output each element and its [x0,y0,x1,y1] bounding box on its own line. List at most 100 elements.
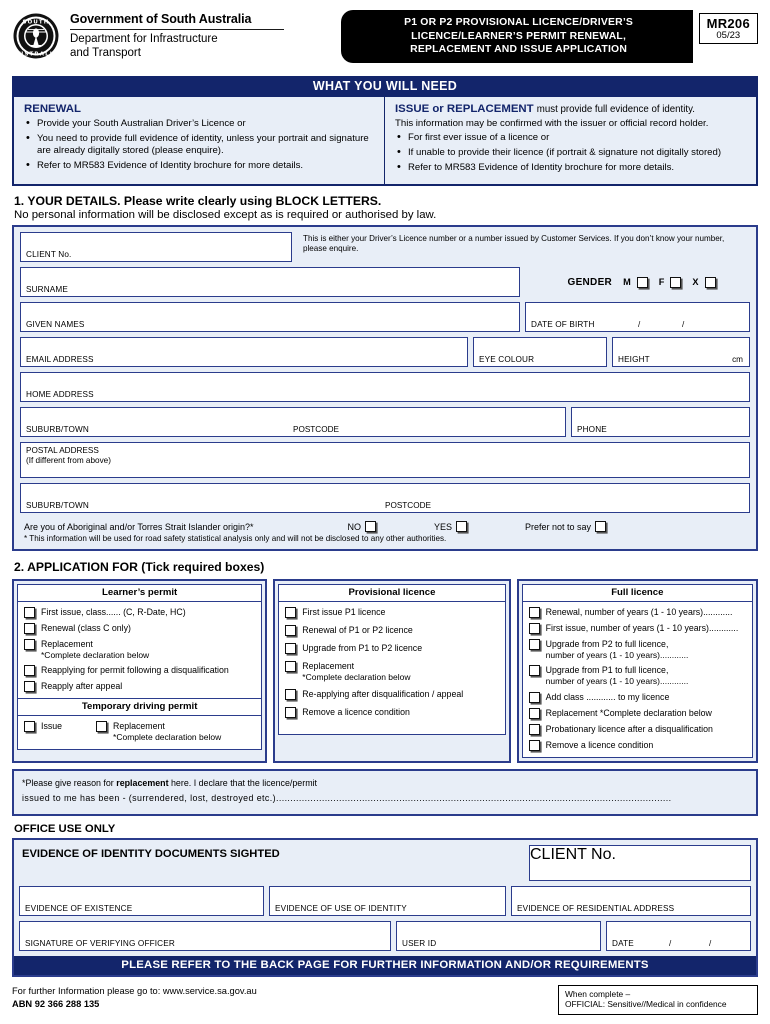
checkbox-row[interactable]: Upgrade from P2 to full licence, number … [528,639,747,660]
user-id-field[interactable]: USER ID [396,920,601,951]
checkbox-row[interactable]: Renewal of P1 or P2 licence [285,625,499,637]
suburb-town-field[interactable]: SUBURB/TOWN POSTCODE [20,407,566,438]
checkbox-row[interactable]: Replacement *Complete declaration below [528,707,747,719]
gender-label: GENDER [567,276,613,288]
declaration-line-1-a: *Please give reason for [22,777,117,788]
prov-replacement-checkbox[interactable] [285,661,297,673]
atsi-yes-option[interactable]: YES [434,521,467,533]
postal-suburb-row: SUBURB/TOWN POSTCODE [20,483,750,514]
svg-text:AUSTRALIA: AUSTRALIA [14,52,59,58]
atsi-no-option[interactable]: NO [347,521,376,533]
client-no-row: CLIENT No. This is either your Driver’s … [20,232,750,263]
full-remove-condition-checkbox[interactable] [528,739,540,751]
checkbox-row[interactable]: Add class ............ to my licence [528,691,747,703]
checkbox-row[interactable]: Reapplying for permit following a disqua… [24,665,256,677]
full-upgrade-p2-text: Upgrade from P2 to full licence, [545,639,669,650]
evidence-of-existence-field[interactable]: EVIDENCE OF EXISTENCE [19,885,264,916]
checkbox-row[interactable]: Replacement *Complete declaration below [24,639,256,660]
form-title-banner: P1 OR P2 PROVISIONAL LICENCE/DRIVER’S LI… [340,10,693,63]
atsi-no-checkbox[interactable] [364,521,376,533]
declaration-line-1-b: replacement [116,777,169,788]
full-renewal-checkbox[interactable] [528,607,540,619]
client-no-field[interactable]: CLIENT No. [20,232,292,263]
learner-renewal-label: Renewal (class C only) [41,623,131,634]
prov-remove-condition-checkbox[interactable] [285,707,297,719]
svg-text:SOUTH: SOUTH [22,20,49,26]
checkbox-row[interactable]: Renewal, number of years (1 - 10 years).… [528,607,747,619]
checkbox-row[interactable]: Issue [24,721,62,742]
home-address-field[interactable]: HOME ADDRESS [20,372,750,403]
prov-reapplying-label: Re-applying after disqualification / app… [302,689,464,700]
form-title-line-2: LICENCE/LEARNER’S PERMIT RENEWAL, [411,30,627,42]
checkbox-row[interactable]: Upgrade from P1 to P2 licence [285,643,499,655]
temp-replacement-checkbox[interactable] [96,721,108,733]
postal-suburb-town-field[interactable]: SUBURB/TOWN POSTCODE [20,483,750,514]
gender-x-checkbox[interactable] [704,276,716,288]
list-item: You need to provide full evidence of ide… [24,132,376,158]
checkbox-row[interactable]: Renewal (class C only) [24,623,256,635]
phone-field[interactable]: PHONE [571,407,750,438]
learner-reapplying-disqualification-checkbox[interactable] [24,665,35,677]
full-upgrade-p2-checkbox[interactable] [528,639,540,651]
checkbox-row[interactable]: Remove a licence condition [528,739,747,751]
temp-issue-checkbox[interactable] [24,721,35,733]
atsi-prefer-not-option[interactable]: Prefer not to say [525,521,607,533]
checkbox-row[interactable]: Re-applying after disqualification / app… [285,689,499,701]
checkbox-row[interactable]: First issue, class...... (C, R-Date, HC) [24,607,256,619]
checkbox-row[interactable]: First issue, number of years (1 - 10 yea… [528,623,747,635]
footer-website-line[interactable]: For further Information please go to: ww… [12,985,257,998]
height-field[interactable]: HEIGHT cm [612,337,750,368]
full-renewal-label: Renewal, number of years (1 - 10 years).… [545,607,733,618]
given-names-field[interactable]: GIVEN NAMES [20,302,520,333]
section-1-title: 1. YOUR DETAILS. Please write clearly us… [14,194,382,209]
form-code-box: MR206 05/23 [698,13,758,44]
date-of-birth-field[interactable]: DATE OF BIRTH / / [525,302,750,333]
email-address-field[interactable]: EMAIL ADDRESS [20,337,468,368]
prov-upgrade-p1-p2-checkbox[interactable] [285,643,297,655]
checkbox-row[interactable]: Probationary licence after a disqualific… [528,723,747,735]
prov-first-issue-p1-checkbox[interactable] [285,607,297,619]
checkbox-row[interactable]: Reapply after appeal [24,681,256,693]
full-replacement-checkbox[interactable] [528,707,540,719]
temp-replacement-sub: *Complete declaration below [113,731,222,742]
government-title: Government of South Australia [70,12,252,26]
full-licence-heading: Full licence [521,584,753,603]
full-first-issue-checkbox[interactable] [528,623,540,635]
evidence-of-residential-address-field[interactable]: EVIDENCE OF RESIDENTIAL ADDRESS [511,885,751,916]
checkbox-row[interactable]: Remove a licence condition [285,707,499,719]
full-probationary-checkbox[interactable] [528,723,540,735]
checkbox-row[interactable]: First issue P1 licence [285,607,499,619]
atsi-prefer-not-checkbox[interactable] [595,521,607,533]
evidence-of-use-identity-field[interactable]: EVIDENCE OF USE OF IDENTITY [269,885,506,916]
issue-replacement-heading: ISSUE or REPLACEMENT must provide full e… [395,103,748,115]
atsi-yes-checkbox[interactable] [455,521,467,533]
gender-m-checkbox[interactable] [636,276,648,288]
signature-of-verifying-officer-field[interactable]: SIGNATURE OF VERIFYING OFFICER [19,920,391,951]
gender-f-checkbox[interactable] [670,276,682,288]
replacement-declaration-box[interactable]: *Please give reason for replacement here… [12,768,758,816]
checkbox-row[interactable]: Replacement *Complete declaration below [285,661,499,682]
gender-option-x-label: X [692,277,699,288]
checkbox-row[interactable]: Replacement *Complete declaration below [96,721,221,742]
prov-reapplying-checkbox[interactable] [285,689,297,701]
learner-replacement-checkbox[interactable] [24,639,35,651]
full-add-class-checkbox[interactable] [528,691,540,703]
learner-renewal-checkbox[interactable] [24,623,35,635]
eye-colour-field[interactable]: EYE COLOUR [473,337,607,368]
learner-first-issue-checkbox[interactable] [24,607,35,619]
office-use-only-heading: OFFICE USE ONLY [14,822,116,835]
prov-remove-condition-label: Remove a licence condition [302,707,410,718]
full-upgrade-p1-checkbox[interactable] [528,665,540,677]
checkbox-row[interactable]: Upgrade from P1 to full licence, number … [528,665,747,686]
full-add-class-label: Add class ............ to my licence [545,691,670,702]
department-line-1: Department for Infrastructure [70,33,218,45]
prov-renewal-checkbox[interactable] [285,625,297,637]
office-client-no-field[interactable]: CLIENT No. [529,844,751,881]
postal-address-field[interactable]: POSTAL ADDRESS (If different from above) [20,442,750,479]
prov-replacement-label: Replacement *Complete declaration below [302,661,410,682]
surname-field[interactable]: SURNAME [20,267,520,298]
learner-reapply-appeal-checkbox[interactable] [24,681,35,693]
office-date-field[interactable]: DATE / / [606,920,751,951]
full-remove-condition-label: Remove a licence condition [545,739,654,750]
form-code: MR206 [706,16,750,31]
